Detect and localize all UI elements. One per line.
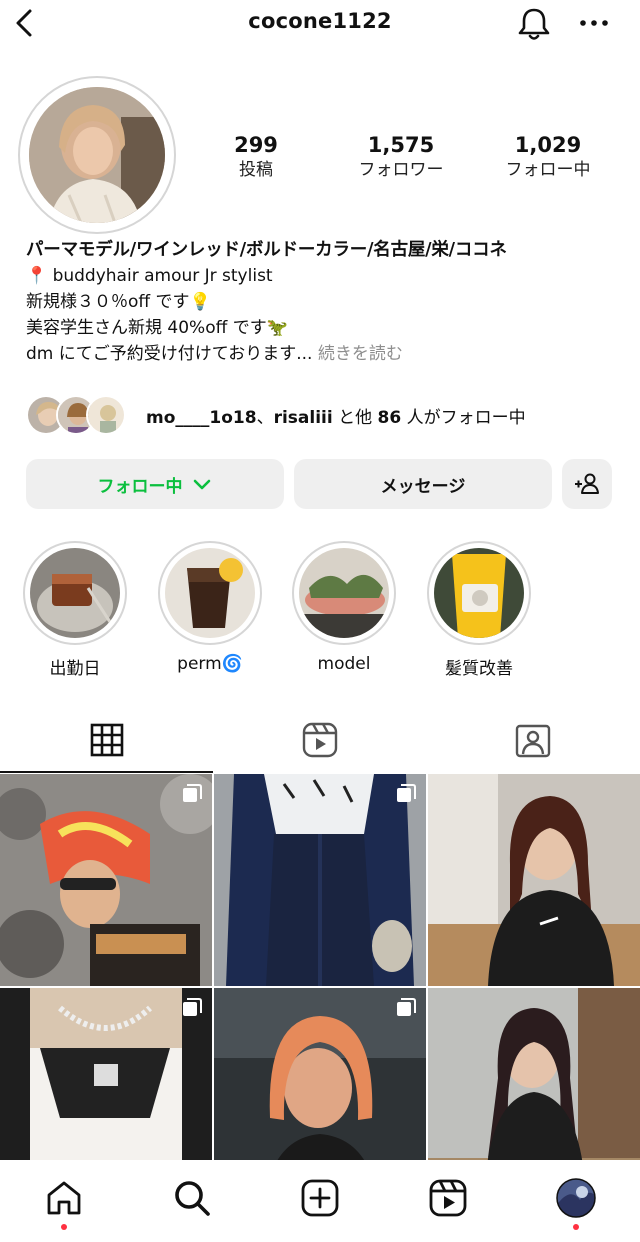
followed-by-mid: と他 — [332, 408, 378, 428]
post-thumbnail[interactable] — [428, 774, 640, 986]
following-button[interactable]: フォロー中 — [26, 459, 284, 509]
stat-followers-value: 1,575 — [367, 133, 435, 157]
bell-icon — [518, 8, 550, 40]
highlight-item[interactable]: 髪質改善 — [427, 541, 531, 679]
home-notification-dot — [61, 1224, 67, 1230]
profile-avatar — [556, 1178, 596, 1218]
message-button[interactable]: メッセージ — [294, 459, 552, 509]
message-button-label: メッセージ — [380, 476, 466, 497]
home-icon — [47, 1181, 81, 1215]
post-thumbnail[interactable] — [214, 774, 426, 986]
highlight-label: model — [317, 654, 371, 674]
highlight-cover — [299, 548, 389, 638]
tab-tagged[interactable] — [426, 708, 639, 772]
bio-line: 📍 buddyhair amour Jr stylist — [26, 266, 273, 286]
profile-avatar-ring[interactable] — [18, 76, 176, 234]
stat-following[interactable]: 1,029 フォロー中 — [488, 132, 608, 182]
nav-create[interactable] — [296, 1174, 344, 1222]
followed-by-row[interactable]: mo____1o18、risaliii と他 86 人がフォロー中 — [26, 395, 626, 435]
stat-posts-label: 投稿 — [239, 160, 273, 180]
tab-reels[interactable] — [213, 708, 426, 772]
more-horizontal-icon — [580, 20, 608, 26]
stat-posts[interactable]: 299 投稿 — [196, 132, 316, 182]
tab-posts[interactable] — [0, 708, 213, 772]
stat-followers-label: フォロワー — [358, 160, 444, 180]
bio-line: 美容学生さん新規 40%off です🦖 — [26, 318, 288, 338]
highlight-cover — [165, 548, 255, 638]
profile-bio: パーマモデル/ワインレッド/ボルドーカラー/名古屋/栄/ココネ 📍 buddyh… — [26, 237, 626, 367]
suggest-users-button[interactable] — [562, 459, 612, 509]
followed-by-suffix: 人がフォロー中 — [401, 408, 526, 428]
highlight-cover-ring — [158, 541, 262, 645]
nav-search[interactable] — [168, 1174, 216, 1222]
follower-avatar — [86, 395, 126, 435]
reels-icon — [302, 722, 337, 758]
highlight-cover — [30, 548, 120, 638]
multi-photo-icon — [183, 784, 202, 802]
profile-avatar — [29, 87, 165, 223]
bio-line-text: dm にてご予約受け付けております... — [26, 344, 313, 364]
stat-followers[interactable]: 1,575 フォロワー — [341, 132, 461, 182]
add-person-icon — [575, 473, 599, 494]
bottom-nav — [0, 1160, 640, 1242]
more-options-button[interactable] — [575, 8, 615, 38]
multi-photo-icon — [397, 998, 416, 1016]
highlight-label: perm🌀 — [177, 654, 243, 674]
profile-notification-dot — [573, 1224, 579, 1230]
active-tab-indicator — [0, 771, 213, 773]
bio-line-last: dm にてご予約受け付けております... 続きを読む — [26, 341, 626, 367]
highlight-cover-ring — [427, 541, 531, 645]
nav-reels[interactable] — [424, 1174, 472, 1222]
following-button-label: フォロー中 — [97, 476, 183, 497]
post-thumbnail[interactable] — [0, 774, 212, 986]
nav-profile[interactable] — [552, 1174, 600, 1222]
follower-name[interactable]: risaliii — [274, 408, 333, 428]
highlight-label: 髪質改善 — [445, 659, 513, 679]
notifications-button[interactable] — [514, 4, 554, 44]
highlight-item[interactable]: 出勤日 — [23, 541, 127, 679]
nav-home[interactable] — [40, 1174, 88, 1222]
read-more-link[interactable]: 続きを読む — [318, 344, 403, 364]
bio-line: 新規様３０％off です💡 — [26, 292, 211, 312]
follower-name[interactable]: mo____1o18 — [146, 408, 257, 428]
multi-photo-icon — [397, 784, 416, 802]
stat-following-value: 1,029 — [514, 133, 582, 157]
followed-by-sep: 、 — [256, 408, 274, 428]
highlight-item[interactable]: model — [292, 541, 396, 674]
followed-by-text: mo____1o18、risaliii と他 86 人がフォロー中 — [146, 403, 526, 428]
highlight-cover — [434, 548, 524, 638]
grid-icon — [90, 723, 123, 757]
followed-by-count: 86 — [377, 408, 402, 428]
tagged-icon — [515, 724, 550, 758]
reels-icon — [429, 1179, 467, 1217]
search-icon — [175, 1181, 210, 1216]
create-icon — [301, 1179, 339, 1217]
profile-display-name: パーマモデル/ワインレッド/ボルドーカラー/名古屋/栄/ココネ — [26, 240, 507, 260]
stat-following-label: フォロー中 — [505, 160, 591, 180]
profile-tabs — [0, 708, 640, 774]
highlight-label: 出勤日 — [49, 659, 101, 679]
profile-header: cocone1122 — [0, 0, 640, 48]
chevron-down-icon — [193, 479, 210, 490]
multi-photo-icon — [183, 998, 202, 1016]
stat-posts-value: 299 — [234, 133, 278, 157]
highlight-cover-ring — [292, 541, 396, 645]
highlight-item[interactable]: perm🌀 — [158, 541, 262, 674]
highlight-cover-ring — [23, 541, 127, 645]
